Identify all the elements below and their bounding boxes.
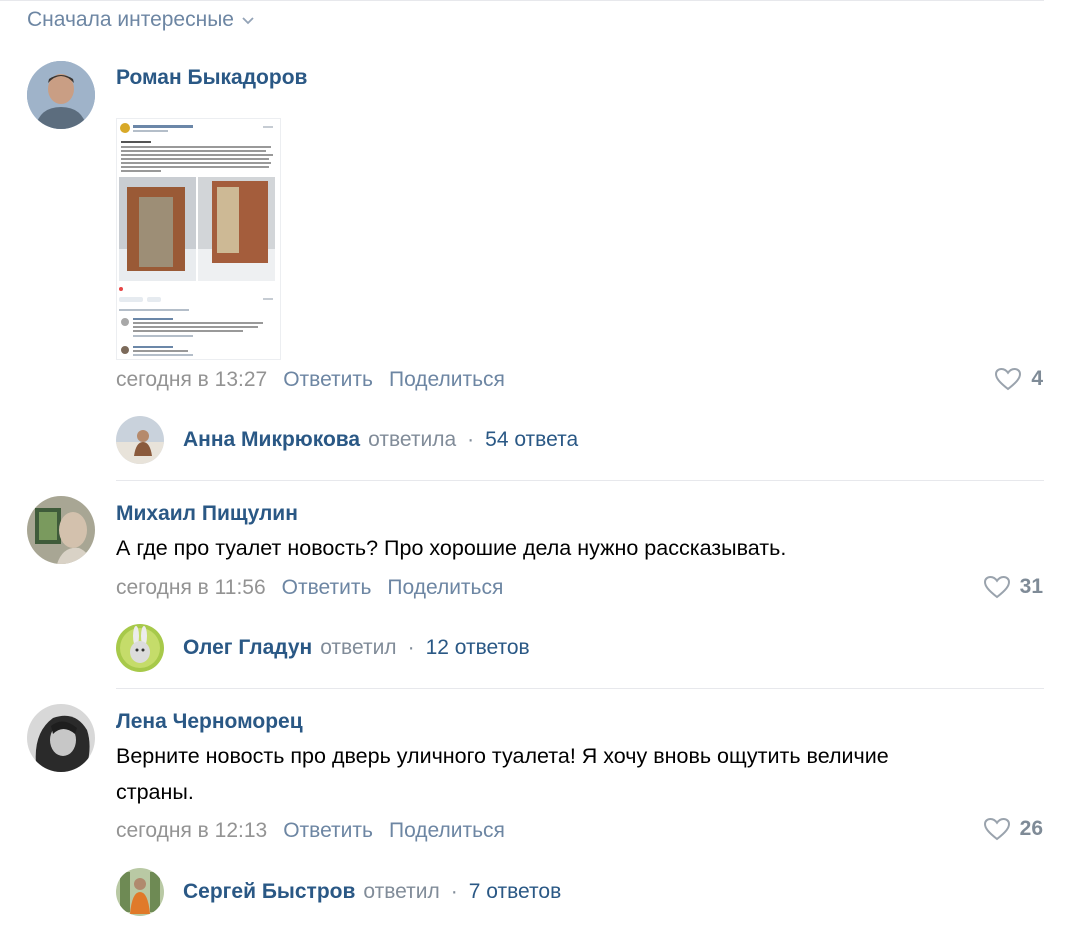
reply-count[interactable]: 12 ответов — [426, 636, 530, 660]
reply-action: ответил — [320, 636, 397, 659]
comment-meta: сегодня в 11:56 Ответить Поделиться — [116, 576, 503, 600]
avatar[interactable] — [27, 61, 95, 129]
comment-author[interactable]: Михаил Пищулин — [116, 502, 298, 526]
heart-icon — [995, 367, 1022, 391]
reply-button[interactable]: Ответить — [282, 576, 372, 600]
like-count: 4 — [1031, 367, 1043, 390]
top-divider — [0, 0, 1044, 1]
reply-action: ответил — [363, 880, 440, 903]
replies-thread[interactable]: Сергей Быстров ответил · 7 ответов — [116, 868, 561, 916]
comment-author[interactable]: Роман Быкадоров — [116, 66, 307, 90]
comment-author[interactable]: Лена Черноморец — [116, 710, 303, 734]
comment-time[interactable]: сегодня в 13:27 — [116, 368, 267, 392]
like-count: 31 — [1019, 575, 1043, 598]
avatar[interactable] — [116, 416, 164, 464]
comment-meta: сегодня в 13:27 Ответить Поделиться — [116, 368, 505, 392]
share-button[interactable]: Поделиться — [387, 576, 503, 600]
reply-author[interactable]: Сергей Быстров — [183, 880, 355, 904]
replies-thread[interactable]: Анна Микрюкова ответила · 54 ответа — [116, 416, 578, 464]
reply-count[interactable]: 7 ответов — [469, 880, 561, 904]
like-count: 26 — [1019, 817, 1043, 840]
like-button[interactable]: 31 — [983, 575, 1043, 599]
replies-thread[interactable]: Олег Гладун ответил · 12 ответов — [116, 624, 530, 672]
like-button[interactable]: 4 — [994, 367, 1043, 391]
heart-icon — [983, 817, 1010, 841]
reply-button[interactable]: Ответить — [283, 368, 373, 392]
comment-time[interactable]: сегодня в 12:13 — [116, 819, 267, 843]
avatar[interactable] — [27, 496, 95, 564]
like-button[interactable]: 26 — [983, 817, 1043, 841]
reply-action: ответила — [368, 428, 457, 451]
reply-author[interactable]: Олег Гладун — [183, 636, 312, 660]
share-button[interactable]: Поделиться — [389, 368, 505, 392]
attached-post-screenshot[interactable] — [116, 118, 281, 360]
separator-dot: · — [407, 636, 415, 659]
avatar[interactable] — [116, 624, 164, 672]
comment-divider — [116, 480, 1044, 481]
separator-dot: · — [467, 428, 475, 451]
avatar[interactable] — [27, 704, 95, 772]
reply-count[interactable]: 54 ответа — [485, 428, 578, 452]
comment-divider — [116, 688, 1044, 689]
chevron-down-icon — [242, 17, 254, 25]
comment-time[interactable]: сегодня в 11:56 — [116, 576, 266, 600]
reply-button[interactable]: Ответить — [283, 819, 373, 843]
sort-label: Сначала интересные — [27, 8, 234, 31]
reply-author[interactable]: Анна Микрюкова — [183, 428, 360, 452]
comment-text: Верните новость про дверь уличного туале… — [116, 744, 889, 804]
heart-icon — [983, 575, 1010, 599]
avatar[interactable] — [116, 868, 164, 916]
share-button[interactable]: Поделиться — [389, 819, 505, 843]
separator-dot: · — [450, 880, 458, 903]
comment-text: А где про туалет новость? Про хорошие де… — [116, 536, 787, 560]
sort-dropdown[interactable]: Сначала интересные — [27, 8, 256, 32]
comment-meta: сегодня в 12:13 Ответить Поделиться — [116, 819, 505, 843]
